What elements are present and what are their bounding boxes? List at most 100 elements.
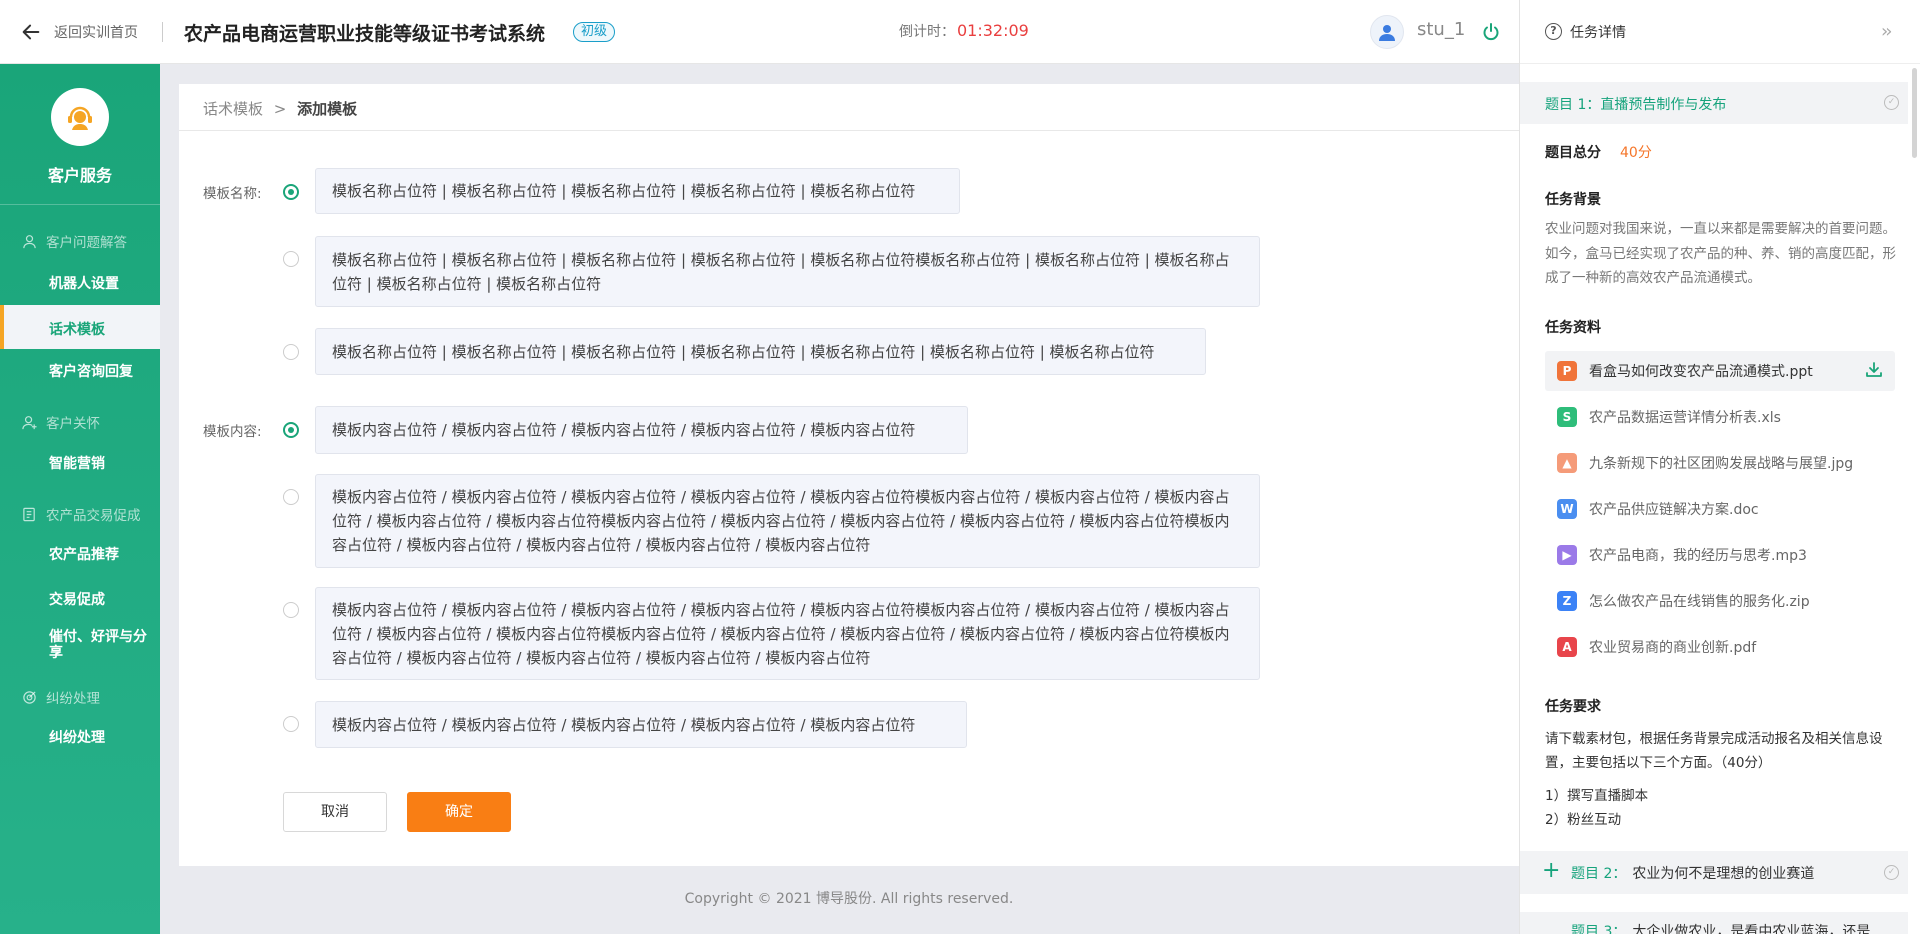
customer-service-icon xyxy=(68,106,92,130)
sidebar-item-customer-inquiry-reply[interactable]: 客户咨询回复 xyxy=(49,364,133,380)
plus-icon: + xyxy=(1542,858,1561,883)
question-1-label: 题目 1： xyxy=(1545,97,1601,113)
confirm-button[interactable]: 确定 xyxy=(407,792,511,832)
check-circle-icon: ✓ xyxy=(1884,95,1899,110)
question-2-header[interactable]: + 题目 2： 农业为何不是理想的创业赛道 ✓ xyxy=(1520,851,1908,894)
logo xyxy=(51,88,109,146)
user-icon xyxy=(23,234,36,248)
content-option-1[interactable]: 模板内容占位符 / 模板内容占位符 / 模板内容占位符 / 模板内容占位符 / … xyxy=(315,406,968,454)
question-3-name: 大企业做农业，是看中农业蓝海，还是 xyxy=(1632,924,1871,934)
name-option-radio-1[interactable] xyxy=(283,184,299,200)
username[interactable]: stu_1 xyxy=(1417,19,1465,40)
content-option-radio-4[interactable] xyxy=(283,716,299,732)
image-icon: ▲ xyxy=(1557,453,1577,473)
template-name-label: 模板名称: xyxy=(203,186,262,202)
file-item[interactable]: ▲ 九条新规下的社区团购发展战略与展望.jpg xyxy=(1545,443,1895,483)
content-option-radio-1[interactable] xyxy=(283,422,299,438)
name-option-2[interactable]: 模板名称占位符 | 模板名称占位符 | 模板名称占位符 | 模板名称占位符 | … xyxy=(315,236,1260,307)
sidebar-group-label: 客户关怀 xyxy=(46,416,100,432)
cancel-button[interactable]: 取消 xyxy=(283,792,387,832)
requirements-text: 请下载素材包，根据任务背景完成活动报名及相关信息设置，主要包括以下三个方面。（4… xyxy=(1545,731,1883,771)
file-name: 看盒马如何改变农产品流通模式.ppt xyxy=(1589,364,1813,380)
name-option-radio-3[interactable] xyxy=(283,344,299,360)
countdown: 倒计时： 01:32:09 xyxy=(899,21,1029,41)
sidebar-item-deal-closing[interactable]: 交易促成 xyxy=(49,592,105,608)
template-content-label: 模板内容: xyxy=(203,424,262,440)
requirements-label: 任务要求 xyxy=(1545,699,1601,715)
sidebar-group-label: 客户问题解答 xyxy=(46,235,127,251)
zip-icon: Z xyxy=(1557,591,1577,611)
question-2-name: 农业为何不是理想的创业赛道 xyxy=(1632,866,1815,882)
breadcrumb-current: 添加模板 xyxy=(297,100,358,118)
sidebar-item-payment-reminder[interactable]: 催付、好评与分享 xyxy=(49,629,154,661)
requirement-item-2: 2）粉丝互动 xyxy=(1545,812,1622,828)
question-2-label: 题目 2： xyxy=(1571,866,1627,882)
background-text: 农业问题对我国来说，一直以来都是需要解决的首要问题。如今，盒马已经实现了农产品的… xyxy=(1545,221,1896,286)
user-avatar-icon xyxy=(1379,25,1395,41)
file-item[interactable]: Z 怎么做农产品在线销售的服务化.zip xyxy=(1545,581,1895,621)
file-name: 农产品供应链解决方案.doc xyxy=(1589,502,1759,518)
requirement-item-1: 1）撰写直播脚本 xyxy=(1545,788,1649,804)
divider xyxy=(0,204,160,205)
sidebar-item-smart-marketing[interactable]: 智能营销 xyxy=(49,456,105,472)
name-option-1[interactable]: 模板名称占位符 | 模板名称占位符 | 模板名称占位符 | 模板名称占位符 | … xyxy=(315,168,960,214)
scrollbar[interactable] xyxy=(1912,68,1917,158)
content-option-radio-3[interactable] xyxy=(283,602,299,618)
task-panel-title: 任务详情 xyxy=(1570,25,1626,41)
question-2-title: 题目 2： 农业为何不是理想的创业赛道 xyxy=(1571,863,1814,883)
check-circle-icon: ✓ xyxy=(1884,865,1899,880)
content-option-3[interactable]: 模板内容占位符 / 模板内容占位符 / 模板内容占位符 / 模板内容占位符 / … xyxy=(315,587,1260,680)
content-option-4[interactable]: 模板内容占位符 / 模板内容占位符 / 模板内容占位符 / 模板内容占位符 / … xyxy=(315,701,967,748)
score-label: 题目总分 xyxy=(1545,145,1601,161)
back-to-home-link[interactable]: 返回实训首页 xyxy=(20,20,138,44)
content-option-radio-2[interactable] xyxy=(283,489,299,505)
breadcrumb: 话术模板 > 添加模板 xyxy=(203,98,357,119)
score-value: 40分 xyxy=(1620,145,1652,161)
sidebar-item-product-recommendation[interactable]: 农产品推荐 xyxy=(49,547,119,563)
question-1-header[interactable]: 题目 1：直播预告制作与发布 ✓ xyxy=(1520,82,1908,124)
file-name: 九条新规下的社区团购发展战略与展望.jpg xyxy=(1589,456,1854,472)
sidebar-item-script-templates[interactable]: 话术模板 xyxy=(0,305,160,349)
task-panel-header: ? 任务详情 ›› xyxy=(1520,0,1920,64)
audio-icon: ▶ xyxy=(1557,545,1577,565)
copyright: Copyright © 2021 博导股份. All rights reserv… xyxy=(684,891,1014,907)
file-item[interactable]: ▶ 农产品电商，我的经历与思考.mp3 xyxy=(1545,535,1895,575)
question-1-name: 直播预告制作与发布 xyxy=(1600,97,1727,113)
file-item[interactable]: P 看盒马如何改变农产品流通模式.ppt xyxy=(1545,351,1895,391)
sidebar-item-robot-settings[interactable]: 机器人设置 xyxy=(49,276,119,292)
question-3-label: 题目 3： xyxy=(1571,924,1627,934)
file-name: 农业贸易商的商业创新.pdf xyxy=(1589,640,1757,656)
question-circle-icon: ? xyxy=(1545,23,1562,40)
pdf-icon: A xyxy=(1557,637,1577,657)
back-label: 返回实训首页 xyxy=(54,25,138,41)
collapse-icon[interactable]: ›› xyxy=(1881,21,1893,42)
power-icon[interactable] xyxy=(1481,22,1501,42)
breadcrumb-parent[interactable]: 话术模板 xyxy=(203,100,263,118)
file-item[interactable]: S 农产品数据运营详情分析表.xls xyxy=(1545,397,1895,437)
sidebar-group-customer-questions: 客户问题解答 xyxy=(22,231,127,251)
name-option-radio-2[interactable] xyxy=(283,251,299,267)
sidebar-group-transaction-promotion: 农产品交易促成 xyxy=(22,504,141,524)
avatar[interactable] xyxy=(1370,15,1404,49)
file-name: 怎么做农产品在线销售的服务化.zip xyxy=(1589,594,1810,610)
question-3-header[interactable]: 题目 3： 大企业做农业，是看中农业蓝海，还是 xyxy=(1520,912,1908,934)
divider xyxy=(179,130,1519,131)
name-option-3[interactable]: 模板名称占位符 | 模板名称占位符 | 模板名称占位符 | 模板名称占位符 | … xyxy=(315,328,1206,375)
materials-label: 任务资料 xyxy=(1545,320,1601,336)
download-icon[interactable] xyxy=(1865,361,1883,379)
sidebar: 客户服务 客户问题解答 机器人设置 话术模板 客户咨询回复 客户关怀 智能营销 … xyxy=(0,64,160,934)
content-option-2[interactable]: 模板内容占位符 / 模板内容占位符 / 模板内容占位符 / 模板内容占位符 / … xyxy=(315,474,1260,568)
doc-icon: W xyxy=(1557,499,1577,519)
top-bar: 返回实训首页 农产品电商运营职业技能等级证书考试系统 初级 倒计时： 01:32:… xyxy=(0,0,1519,64)
file-item[interactable]: A 农业贸易商的商业创新.pdf xyxy=(1545,627,1895,667)
question-1-title: 题目 1：直播预告制作与发布 xyxy=(1545,94,1726,114)
file-name: 农产品数据运营详情分析表.xls xyxy=(1589,410,1781,426)
form-icon xyxy=(23,507,35,521)
sidebar-item-dispute-handling[interactable]: 纠纷处理 xyxy=(49,730,105,746)
background-label: 任务背景 xyxy=(1545,192,1601,208)
file-item[interactable]: W 农产品供应链解决方案.doc xyxy=(1545,489,1895,529)
sidebar-title: 客户服务 xyxy=(47,166,112,185)
ppt-icon: P xyxy=(1557,361,1577,381)
sidebar-group-customer-care: 客户关怀 xyxy=(22,412,100,432)
xls-icon: S xyxy=(1557,407,1577,427)
